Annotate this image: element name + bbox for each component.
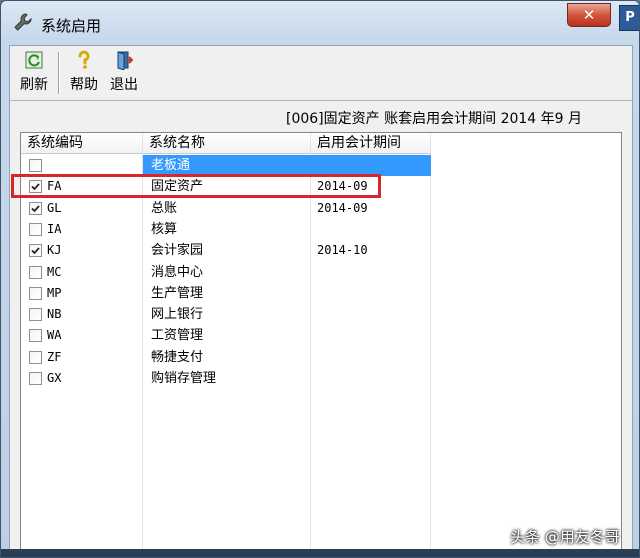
watermark: 头条 @用友冬哥 (510, 528, 620, 546)
table-row[interactable]: IA 核算 (21, 219, 621, 240)
window-title: 系统启用 (41, 17, 102, 35)
enable-period-cell (311, 262, 431, 283)
window-client-area: 刷新 帮助 退出 [006]固定资产 账套启用会计期间 2014 年9 月 系统… (9, 45, 633, 557)
question-icon (78, 50, 90, 69)
refresh-button[interactable]: 刷新 (16, 50, 52, 96)
enable-checkbox[interactable] (29, 244, 42, 258)
table-row[interactable]: MC 消息中心 (21, 262, 621, 283)
help-button[interactable]: 帮助 (66, 50, 102, 96)
annotation-highlight-box (11, 174, 381, 198)
system-name-cell: 总账 (151, 200, 178, 216)
enable-period-cell (311, 347, 431, 368)
enable-period-cell (311, 368, 431, 389)
period-month-unit: 月 (568, 111, 583, 127)
exit-door-icon (117, 51, 134, 70)
account-period-info: [006]固定资产 账套启用会计期间 2014 年9 月 (286, 108, 582, 128)
period-year-unit: 年9 (540, 111, 564, 127)
enable-period-cell: 2014-10 (317, 243, 368, 258)
enable-checkbox[interactable] (29, 265, 42, 279)
check-icon (31, 204, 40, 212)
system-name-cell: 老板通 (143, 155, 311, 176)
system-name-cell: 核算 (151, 221, 178, 237)
toolbar: 刷新 帮助 退出 (10, 46, 632, 101)
table-row[interactable]: WA 工资管理 (21, 325, 621, 346)
enable-checkbox[interactable] (29, 350, 42, 364)
enable-period-cell (311, 219, 431, 240)
title-bar[interactable]: 系统启用 ✕ (1, 1, 639, 45)
system-name-cell: 工资管理 (151, 328, 204, 344)
table-row[interactable]: MP 生产管理 (21, 283, 621, 304)
refresh-icon (25, 51, 43, 69)
exit-button[interactable]: 退出 (106, 50, 142, 96)
system-enable-window: 系统启用 ✕ P 刷新 帮助 退出 [006]固定资产 账套启用会计期间 201… (0, 0, 640, 558)
table-row[interactable]: KJ 会计家园 2014-10 (21, 240, 621, 261)
enable-checkbox[interactable] (29, 201, 42, 215)
system-name-cell: 消息中心 (151, 264, 204, 280)
table-row[interactable]: BI 老板通 (21, 155, 621, 176)
period-year: 2014 (500, 111, 537, 127)
help-label: 帮助 (70, 77, 98, 93)
system-name-cell: 生产管理 (151, 285, 204, 301)
system-name-cell: 会计家园 (151, 243, 204, 259)
column-header-period[interactable]: 启用会计期间 (311, 133, 431, 154)
enable-checkbox[interactable] (29, 286, 42, 300)
exit-label: 退出 (110, 77, 138, 93)
table-row[interactable]: GL 总账 2014-09 (21, 198, 621, 219)
close-button[interactable]: ✕ (567, 3, 611, 27)
enable-period-cell (311, 155, 431, 176)
enable-period-cell (311, 304, 431, 325)
enable-checkbox[interactable] (29, 222, 42, 236)
table-row[interactable]: NB 网上银行 (21, 304, 621, 325)
refresh-label: 刷新 (20, 77, 48, 93)
check-icon (31, 247, 40, 255)
system-name-cell: 畅捷支付 (151, 349, 204, 365)
enable-checkbox[interactable] (29, 329, 42, 343)
enable-period-cell (311, 325, 431, 346)
enable-period-cell: 2014-09 (317, 200, 368, 215)
enable-checkbox[interactable] (29, 159, 42, 172)
table-row[interactable]: GX 购销存管理 (21, 368, 621, 389)
column-header-name[interactable]: 系统名称 (143, 133, 311, 154)
taskbar-strip (1, 549, 639, 557)
system-name-cell: 购销存管理 (151, 371, 217, 386)
toolbar-separator (58, 52, 60, 94)
app-icon[interactable]: P (619, 5, 639, 31)
wrench-icon (14, 13, 32, 31)
table-row[interactable]: ZF 畅捷支付 (21, 347, 621, 368)
enable-checkbox[interactable] (29, 372, 42, 385)
column-header-code[interactable]: 系统编码 (21, 133, 143, 154)
system-name-cell: 网上银行 (151, 307, 204, 323)
enable-checkbox[interactable] (29, 308, 42, 322)
enable-period-cell (311, 283, 431, 304)
period-prefix: [006]固定资产 账套启用会计期间 (286, 111, 497, 127)
